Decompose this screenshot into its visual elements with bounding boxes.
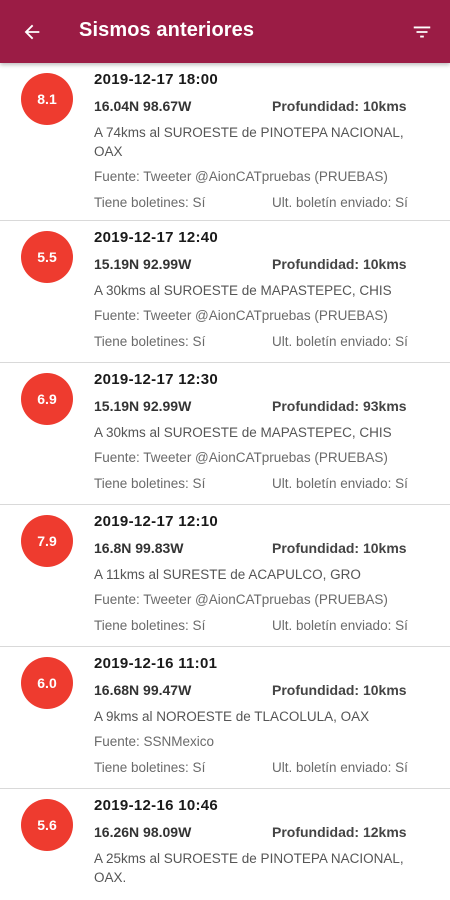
quake-depth: Profundidad: 10kms xyxy=(272,98,407,114)
quake-coordinates: 16.26N 98.09W xyxy=(94,824,192,840)
quake-depth: Profundidad: 10kms xyxy=(272,256,407,272)
quake-last-bulletin: Ult. boletín enviado: Sí xyxy=(272,195,408,210)
app-bar: Sismos anteriores xyxy=(0,0,450,63)
quake-datetime: 2019-12-16 11:01 xyxy=(94,655,218,672)
quake-location: A 30kms al SUROESTE de MAPASTEPEC, CHIS xyxy=(94,283,392,298)
quake-last-bulletin: Ult. boletín enviado: Sí xyxy=(272,760,408,775)
quake-datetime: 2019-12-16 10:46 xyxy=(94,797,219,814)
magnitude-badge: 6.0 xyxy=(21,657,73,709)
quake-list-item[interactable]: 6.9 2019-12-17 12:30 15.19N 92.99W Profu… xyxy=(0,363,450,505)
quake-datetime: 2019-12-17 12:10 xyxy=(94,513,219,530)
quake-coordinates: 16.68N 99.47W xyxy=(94,682,192,698)
quake-coordinates: 15.19N 92.99W xyxy=(94,398,192,414)
magnitude-badge: 8.1 xyxy=(21,73,73,125)
quake-datetime: 2019-12-17 12:40 xyxy=(94,229,219,246)
quake-has-bulletins: Tiene boletines: Sí xyxy=(94,476,206,491)
quake-list-item[interactable]: 5.5 2019-12-17 12:40 15.19N 92.99W Profu… xyxy=(0,221,450,363)
quake-source: Fuente: SSNMexico xyxy=(94,734,215,749)
quake-has-bulletins: Tiene boletines: Sí xyxy=(94,760,206,775)
quake-list[interactable]: 8.1 2019-12-17 18:00 16.04N 98.67W Profu… xyxy=(0,63,450,900)
quake-location: A 25kms al SUROESTE de PINOTEPA NACIONAL… xyxy=(94,851,404,885)
magnitude-badge: 5.6 xyxy=(21,799,73,851)
back-button[interactable] xyxy=(14,14,50,50)
quake-has-bulletins: Tiene boletines: Sí xyxy=(94,195,206,210)
quake-source: Fuente: Tweeter @AionCATpruebas (PRUEBAS… xyxy=(94,308,388,323)
quake-has-bulletins: Tiene boletines: Sí xyxy=(94,618,206,633)
quake-location: A 9kms al NOROESTE de TLACOLULA, OAX xyxy=(94,709,370,724)
filter-button[interactable] xyxy=(404,14,440,50)
quake-source: Fuente: Tweeter @AionCATpruebas (PRUEBAS… xyxy=(94,592,388,607)
quake-datetime: 2019-12-17 12:30 xyxy=(94,371,219,388)
quake-source: Fuente: Tweeter @AionCATpruebas (PRUEBAS… xyxy=(94,169,388,184)
quake-list-item[interactable]: 7.9 2019-12-17 12:10 16.8N 99.83W Profun… xyxy=(0,505,450,647)
quake-list-item[interactable]: 8.1 2019-12-17 18:00 16.04N 98.67W Profu… xyxy=(0,63,450,221)
quake-last-bulletin: Ult. boletín enviado: Sí xyxy=(272,334,408,349)
quake-coordinates: 16.04N 98.67W xyxy=(94,98,192,114)
quake-location: A 74kms al SUROESTE de PINOTEPA NACIONAL… xyxy=(94,125,404,159)
quake-last-bulletin: Ult. boletín enviado: Sí xyxy=(272,476,408,491)
quake-depth: Profundidad: 12kms xyxy=(272,824,407,840)
quake-location: A 11kms al SURESTE de ACAPULCO, GRO xyxy=(94,567,361,582)
quake-depth: Profundidad: 10kms xyxy=(272,682,407,698)
quake-list-item[interactable]: 6.0 2019-12-16 11:01 16.68N 99.47W Profu… xyxy=(0,647,450,789)
quake-last-bulletin: Ult. boletín enviado: Sí xyxy=(272,618,408,633)
quake-coordinates: 16.8N 99.83W xyxy=(94,540,184,556)
arrow-left-icon xyxy=(24,24,40,40)
quake-depth: Profundidad: 10kms xyxy=(272,540,407,556)
quake-coordinates: 15.19N 92.99W xyxy=(94,256,192,272)
page-title: Sismos anteriores xyxy=(79,19,255,41)
filter-icon xyxy=(413,26,431,38)
quake-location: A 30kms al SUROESTE de MAPASTEPEC, CHIS xyxy=(94,425,392,440)
magnitude-badge: 6.9 xyxy=(21,373,73,425)
magnitude-badge: 5.5 xyxy=(21,231,73,283)
quake-depth: Profundidad: 93kms xyxy=(272,398,407,414)
quake-list-item[interactable]: 5.6 2019-12-16 10:46 16.26N 98.09W Profu… xyxy=(0,789,450,900)
quake-has-bulletins: Tiene boletines: Sí xyxy=(94,334,206,349)
magnitude-badge: 7.9 xyxy=(21,515,73,567)
quake-datetime: 2019-12-17 18:00 xyxy=(94,71,219,88)
quake-source: Fuente: Tweeter @AionCATpruebas (PRUEBAS… xyxy=(94,450,388,465)
